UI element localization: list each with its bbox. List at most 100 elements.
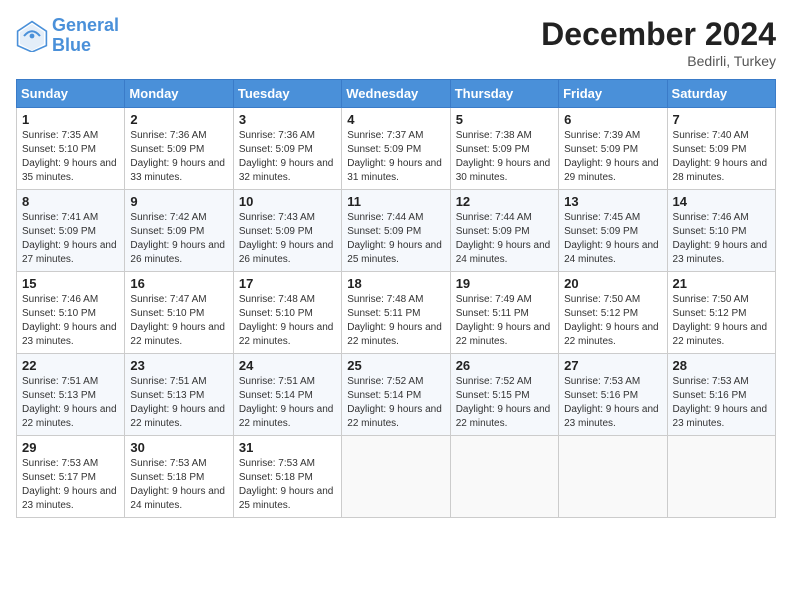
calendar-cell: 23 Sunrise: 7:51 AMSunset: 5:13 PMDaylig… bbox=[125, 354, 233, 436]
calendar-row: 29 Sunrise: 7:53 AMSunset: 5:17 PMDaylig… bbox=[17, 436, 776, 518]
header: General Blue December 2024 Bedirli, Turk… bbox=[16, 16, 776, 69]
day-number: 19 bbox=[456, 276, 553, 291]
logo-icon bbox=[16, 20, 48, 52]
day-info: Sunrise: 7:38 AMSunset: 5:09 PMDaylight:… bbox=[456, 130, 551, 183]
day-number: 12 bbox=[456, 194, 553, 209]
day-info: Sunrise: 7:36 AMSunset: 5:09 PMDaylight:… bbox=[239, 130, 334, 183]
header-tuesday: Tuesday bbox=[233, 80, 341, 108]
day-info: Sunrise: 7:53 AMSunset: 5:18 PMDaylight:… bbox=[130, 458, 225, 511]
day-info: Sunrise: 7:51 AMSunset: 5:14 PMDaylight:… bbox=[239, 376, 334, 429]
calendar-body: 1 Sunrise: 7:35 AMSunset: 5:10 PMDayligh… bbox=[17, 108, 776, 518]
day-info: Sunrise: 7:51 AMSunset: 5:13 PMDaylight:… bbox=[130, 376, 225, 429]
day-number: 14 bbox=[673, 194, 770, 209]
day-number: 17 bbox=[239, 276, 336, 291]
day-number: 26 bbox=[456, 358, 553, 373]
logo-text: General Blue bbox=[52, 16, 119, 56]
day-number: 9 bbox=[130, 194, 227, 209]
calendar-cell: 9 Sunrise: 7:42 AMSunset: 5:09 PMDayligh… bbox=[125, 190, 233, 272]
calendar-row: 8 Sunrise: 7:41 AMSunset: 5:09 PMDayligh… bbox=[17, 190, 776, 272]
calendar-cell: 3 Sunrise: 7:36 AMSunset: 5:09 PMDayligh… bbox=[233, 108, 341, 190]
day-number: 5 bbox=[456, 112, 553, 127]
day-number: 10 bbox=[239, 194, 336, 209]
day-info: Sunrise: 7:44 AMSunset: 5:09 PMDaylight:… bbox=[456, 212, 551, 265]
header-wednesday: Wednesday bbox=[342, 80, 450, 108]
day-number: 4 bbox=[347, 112, 444, 127]
day-number: 7 bbox=[673, 112, 770, 127]
day-info: Sunrise: 7:52 AMSunset: 5:15 PMDaylight:… bbox=[456, 376, 551, 429]
calendar-cell: 5 Sunrise: 7:38 AMSunset: 5:09 PMDayligh… bbox=[450, 108, 558, 190]
day-number: 18 bbox=[347, 276, 444, 291]
day-info: Sunrise: 7:53 AMSunset: 5:17 PMDaylight:… bbox=[22, 458, 117, 511]
calendar-cell bbox=[559, 436, 667, 518]
calendar-cell: 11 Sunrise: 7:44 AMSunset: 5:09 PMDaylig… bbox=[342, 190, 450, 272]
day-number: 24 bbox=[239, 358, 336, 373]
day-info: Sunrise: 7:41 AMSunset: 5:09 PMDaylight:… bbox=[22, 212, 117, 265]
day-number: 25 bbox=[347, 358, 444, 373]
calendar-row: 1 Sunrise: 7:35 AMSunset: 5:10 PMDayligh… bbox=[17, 108, 776, 190]
day-info: Sunrise: 7:47 AMSunset: 5:10 PMDaylight:… bbox=[130, 294, 225, 347]
day-info: Sunrise: 7:50 AMSunset: 5:12 PMDaylight:… bbox=[564, 294, 659, 347]
header-thursday: Thursday bbox=[450, 80, 558, 108]
day-number: 22 bbox=[22, 358, 119, 373]
weekday-header-row: Sunday Monday Tuesday Wednesday Thursday… bbox=[17, 80, 776, 108]
calendar-cell: 26 Sunrise: 7:52 AMSunset: 5:15 PMDaylig… bbox=[450, 354, 558, 436]
logo-line2: Blue bbox=[52, 35, 91, 55]
logo-line1: General bbox=[52, 15, 119, 35]
calendar-cell: 28 Sunrise: 7:53 AMSunset: 5:16 PMDaylig… bbox=[667, 354, 775, 436]
day-info: Sunrise: 7:46 AMSunset: 5:10 PMDaylight:… bbox=[22, 294, 117, 347]
calendar-subtitle: Bedirli, Turkey bbox=[541, 53, 776, 69]
day-info: Sunrise: 7:36 AMSunset: 5:09 PMDaylight:… bbox=[130, 130, 225, 183]
calendar-cell: 17 Sunrise: 7:48 AMSunset: 5:10 PMDaylig… bbox=[233, 272, 341, 354]
day-number: 15 bbox=[22, 276, 119, 291]
day-number: 27 bbox=[564, 358, 661, 373]
day-info: Sunrise: 7:44 AMSunset: 5:09 PMDaylight:… bbox=[347, 212, 442, 265]
day-info: Sunrise: 7:37 AMSunset: 5:09 PMDaylight:… bbox=[347, 130, 442, 183]
day-info: Sunrise: 7:35 AMSunset: 5:10 PMDaylight:… bbox=[22, 130, 117, 183]
calendar-table: Sunday Monday Tuesday Wednesday Thursday… bbox=[16, 79, 776, 518]
day-number: 16 bbox=[130, 276, 227, 291]
calendar-row: 22 Sunrise: 7:51 AMSunset: 5:13 PMDaylig… bbox=[17, 354, 776, 436]
calendar-title: December 2024 bbox=[541, 16, 776, 53]
day-info: Sunrise: 7:42 AMSunset: 5:09 PMDaylight:… bbox=[130, 212, 225, 265]
day-info: Sunrise: 7:49 AMSunset: 5:11 PMDaylight:… bbox=[456, 294, 551, 347]
header-saturday: Saturday bbox=[667, 80, 775, 108]
day-info: Sunrise: 7:53 AMSunset: 5:16 PMDaylight:… bbox=[673, 376, 768, 429]
day-number: 31 bbox=[239, 440, 336, 455]
calendar-cell: 14 Sunrise: 7:46 AMSunset: 5:10 PMDaylig… bbox=[667, 190, 775, 272]
day-number: 29 bbox=[22, 440, 119, 455]
day-info: Sunrise: 7:39 AMSunset: 5:09 PMDaylight:… bbox=[564, 130, 659, 183]
calendar-cell bbox=[450, 436, 558, 518]
logo: General Blue bbox=[16, 16, 119, 56]
day-info: Sunrise: 7:53 AMSunset: 5:18 PMDaylight:… bbox=[239, 458, 334, 511]
calendar-cell: 18 Sunrise: 7:48 AMSunset: 5:11 PMDaylig… bbox=[342, 272, 450, 354]
calendar-cell: 12 Sunrise: 7:44 AMSunset: 5:09 PMDaylig… bbox=[450, 190, 558, 272]
header-monday: Monday bbox=[125, 80, 233, 108]
calendar-cell: 21 Sunrise: 7:50 AMSunset: 5:12 PMDaylig… bbox=[667, 272, 775, 354]
calendar-cell: 29 Sunrise: 7:53 AMSunset: 5:17 PMDaylig… bbox=[17, 436, 125, 518]
calendar-cell: 31 Sunrise: 7:53 AMSunset: 5:18 PMDaylig… bbox=[233, 436, 341, 518]
header-sunday: Sunday bbox=[17, 80, 125, 108]
day-info: Sunrise: 7:52 AMSunset: 5:14 PMDaylight:… bbox=[347, 376, 442, 429]
calendar-cell: 2 Sunrise: 7:36 AMSunset: 5:09 PMDayligh… bbox=[125, 108, 233, 190]
day-info: Sunrise: 7:48 AMSunset: 5:10 PMDaylight:… bbox=[239, 294, 334, 347]
day-info: Sunrise: 7:40 AMSunset: 5:09 PMDaylight:… bbox=[673, 130, 768, 183]
calendar-cell: 20 Sunrise: 7:50 AMSunset: 5:12 PMDaylig… bbox=[559, 272, 667, 354]
day-number: 2 bbox=[130, 112, 227, 127]
day-number: 8 bbox=[22, 194, 119, 209]
calendar-cell: 6 Sunrise: 7:39 AMSunset: 5:09 PMDayligh… bbox=[559, 108, 667, 190]
day-info: Sunrise: 7:48 AMSunset: 5:11 PMDaylight:… bbox=[347, 294, 442, 347]
calendar-cell: 8 Sunrise: 7:41 AMSunset: 5:09 PMDayligh… bbox=[17, 190, 125, 272]
day-info: Sunrise: 7:50 AMSunset: 5:12 PMDaylight:… bbox=[673, 294, 768, 347]
day-number: 13 bbox=[564, 194, 661, 209]
title-area: December 2024 Bedirli, Turkey bbox=[541, 16, 776, 69]
day-number: 21 bbox=[673, 276, 770, 291]
day-number: 3 bbox=[239, 112, 336, 127]
day-number: 1 bbox=[22, 112, 119, 127]
calendar-cell: 10 Sunrise: 7:43 AMSunset: 5:09 PMDaylig… bbox=[233, 190, 341, 272]
day-info: Sunrise: 7:45 AMSunset: 5:09 PMDaylight:… bbox=[564, 212, 659, 265]
calendar-cell: 24 Sunrise: 7:51 AMSunset: 5:14 PMDaylig… bbox=[233, 354, 341, 436]
calendar-row: 15 Sunrise: 7:46 AMSunset: 5:10 PMDaylig… bbox=[17, 272, 776, 354]
calendar-cell: 4 Sunrise: 7:37 AMSunset: 5:09 PMDayligh… bbox=[342, 108, 450, 190]
calendar-cell: 27 Sunrise: 7:53 AMSunset: 5:16 PMDaylig… bbox=[559, 354, 667, 436]
calendar-cell bbox=[342, 436, 450, 518]
